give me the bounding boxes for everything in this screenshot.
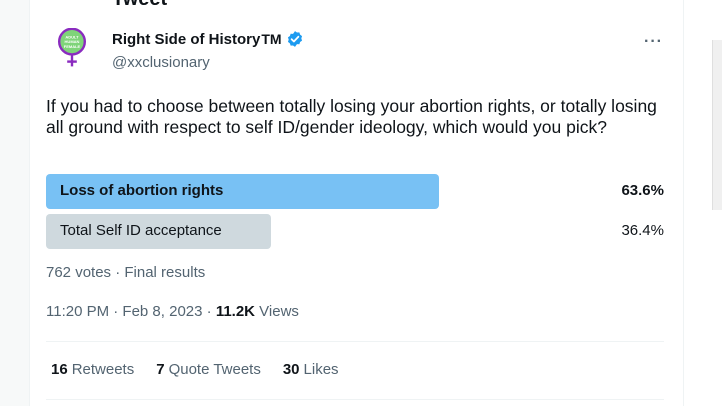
author-name[interactable]: Right Side of History <box>112 31 260 48</box>
divider <box>46 341 664 342</box>
avatar-text-3: FEMALE <box>64 44 81 49</box>
poll-option-percent: 63.6% <box>621 182 664 199</box>
poll-option: Total Self ID acceptance 36.4% <box>46 214 666 249</box>
page-title: Tweet <box>112 0 167 11</box>
tweet-timestamp[interactable]: 11:20 PM · Feb 8, 2023 · 11.2K Views <box>46 303 299 320</box>
author-name-suffix: TM <box>261 31 282 47</box>
poll-summary: 762 votes · Final results <box>46 264 206 281</box>
likes-stat[interactable]: 30 Likes <box>283 361 339 378</box>
poll-option-label: Loss of abortion rights <box>60 182 224 199</box>
poll-option: Loss of abortion rights 63.6% <box>46 174 666 209</box>
tweet-text: If you had to choose between totally los… <box>46 96 657 137</box>
author-handle[interactable]: @xxclusionary <box>112 54 210 71</box>
likes-count: 30 <box>282 361 300 378</box>
poll-option-percent: 36.4% <box>621 222 664 239</box>
left-gutter <box>0 0 30 406</box>
engagement-stats: 16 Retweets 7 Quote Tweets 30 Likes <box>51 361 339 378</box>
retweets-label: Retweets <box>71 361 135 378</box>
avatar[interactable]: ADULT HUMAN FEMALE <box>52 28 92 68</box>
likes-label: Likes <box>303 361 339 378</box>
divider <box>46 399 664 400</box>
views-label: Views <box>255 303 299 320</box>
timestamp-text[interactable]: 11:20 PM · Feb 8, 2023 · <box>46 303 216 320</box>
more-options-icon[interactable]: ··· <box>644 33 663 51</box>
scrollbar[interactable] <box>712 40 722 210</box>
quotes-count: 7 <box>156 361 165 378</box>
author-name-row[interactable]: Right Side of History TM <box>112 30 304 48</box>
quotes-label: Quote Tweets <box>168 361 261 378</box>
views-count: 11.2K <box>215 303 256 320</box>
poll-option-label: Total Self ID acceptance <box>60 222 222 239</box>
retweets-count: 16 <box>51 361 68 378</box>
retweets-stat[interactable]: 16 Retweets <box>51 361 134 378</box>
quote-tweets-stat[interactable]: 7 Quote Tweets <box>156 361 261 378</box>
verified-badge-icon <box>287 31 302 47</box>
